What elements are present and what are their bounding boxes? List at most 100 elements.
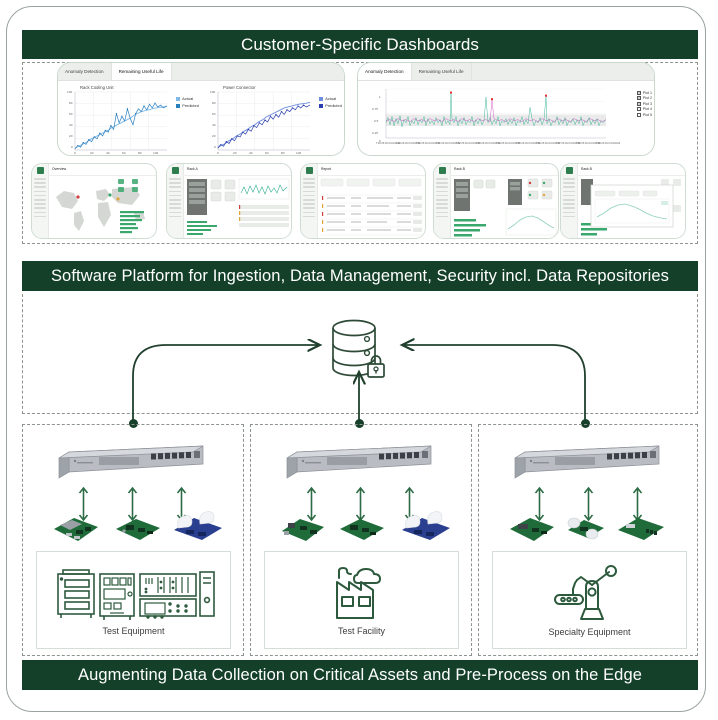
thumbnail-body-modal [577, 175, 685, 238]
legend-item-plot-1[interactable]: Plot 1 [636, 91, 652, 95]
checkbox-plot-2[interactable] [636, 96, 641, 101]
network-switch-appliance-left [55, 442, 207, 484]
legend-power-connector: Actual Predicted [319, 96, 342, 110]
legend-label-predicted-pc: Predicted [325, 103, 342, 108]
ytick-100-pc: 100 [210, 90, 216, 94]
xtick-0-rcu: 0 [74, 151, 76, 155]
xtick-20-pc: 20 [233, 151, 237, 155]
legend-swatch-actual-pc [319, 96, 324, 101]
xtick-80-pc: 80 [281, 151, 285, 155]
thumbnail-logo-icon [438, 167, 446, 174]
legend-swatch-actual [176, 96, 181, 101]
xtick-60-rcu: 60 [122, 151, 126, 155]
thumbnail-sidebar [32, 164, 49, 238]
legend-item-predicted[interactable]: Predicted [176, 103, 199, 108]
checkbox-plot-5[interactable] [636, 112, 641, 117]
legend-swatch-predicted-pc [319, 103, 324, 108]
legend-item-actual-pc[interactable]: Actual [319, 96, 342, 101]
thumbnail-title: Overview [52, 167, 67, 171]
thumbnail-logo-icon [36, 167, 44, 174]
tab-remaining-useful-life[interactable]: Remaining Useful Life [111, 63, 172, 80]
equipment-label-test-equipment: Test Equipment [102, 626, 165, 636]
sensor-board-2-right [560, 508, 604, 540]
dashboard-thumbnail-rack-detail[interactable]: Rack A [166, 163, 292, 239]
legend-item-plot-3[interactable]: Plot 3 [636, 101, 652, 106]
legend-item-plot-5[interactable]: Plot 5 [636, 112, 652, 117]
legend-rack-cooling-unit: Actual Predicted [176, 96, 199, 110]
checkbox-plot-3[interactable] [636, 101, 641, 106]
sensor-board-3-right [616, 513, 664, 543]
legend-item-predicted-pc[interactable]: Predicted [319, 103, 342, 108]
xtick-20-rcu: 20 [90, 151, 94, 155]
ytick-0-rcu: 0 [71, 145, 73, 149]
dashboard-card-anomaly-detection[interactable]: Anomaly Detection Remaining Useful Life [357, 62, 655, 156]
plot-area-power-connector [217, 91, 311, 151]
xtick-100-pc: 100 [296, 151, 302, 155]
ytick-40-rcu: 40 [69, 123, 73, 127]
xtick-40-rcu: 40 [106, 151, 110, 155]
thumbnail-sidebar [561, 164, 578, 238]
ytick-20-pc: 20 [212, 134, 216, 138]
sensor-board-2-middle [338, 513, 384, 543]
thumbnail-logo-icon [305, 167, 313, 174]
ytick-1-anom: 1 [379, 95, 381, 99]
factory-icon [327, 564, 397, 622]
charts-row-left: Rack Cooling Unit 100 80 60 40 20 0 0 20… [58, 81, 344, 155]
sensor-board-2-left [114, 513, 160, 543]
xtick-80-rcu: 80 [138, 151, 142, 155]
legend-item-plot-4[interactable]: Plot 4 [636, 107, 652, 112]
tabbar-left-card: Anomaly Detection Remaining Useful Life [58, 63, 344, 81]
chart-title-power-connector: Power Connector [223, 85, 256, 90]
chart-rack-cooling-unit: Rack Cooling Unit 100 80 60 40 20 0 0 20… [58, 84, 201, 155]
checkbox-plot-4[interactable] [636, 107, 641, 112]
thumbnail-sidebar [167, 164, 184, 238]
banner-middle-label: Software Platform for Ingestion, Data Ma… [50, 266, 670, 285]
legend-label-predicted: Predicted [182, 103, 199, 108]
xtick-anom-11: 7:59:25 AM 10/2/2022 [595, 142, 621, 145]
thumbnail-body-rack-detail [183, 175, 291, 238]
xtick-100-rcu: 100 [153, 151, 159, 155]
thumbnail-title: Rack B [581, 167, 592, 171]
ytick-05-anom: 0.5 [374, 119, 379, 123]
thumbnail-title: Report [321, 167, 332, 171]
thumbnail-body-monitoring [450, 175, 558, 238]
equipment-box-test-equipment: Test Equipment [36, 551, 231, 649]
dashboard-thumbnail-modal-chart[interactable]: Rack B [560, 163, 686, 239]
dashboard-thumbnail-overview[interactable]: Overview [31, 163, 157, 239]
thumbnail-sidebar [301, 164, 318, 238]
xtick-40-pc: 40 [249, 151, 253, 155]
ytick-80-rcu: 80 [69, 101, 73, 105]
thumbnail-sidebar [434, 164, 451, 238]
diagram-canvas: Customer-Specific Dashboards Anomaly Det… [0, 0, 718, 720]
xtick-0-pc: 0 [217, 151, 219, 155]
banner-customer-dashboards: Customer-Specific Dashboards [22, 30, 698, 59]
tab-anomaly-detection-active[interactable]: Anomaly Detection [358, 63, 412, 80]
ytick-0-pc: 0 [214, 145, 216, 149]
dashboard-thumbnail-report-table[interactable]: Report [300, 163, 426, 239]
tab-anomaly-detection[interactable]: Anomaly Detection [58, 63, 112, 80]
ytick-40-pc: 40 [212, 123, 216, 127]
xtick-60-pc: 60 [265, 151, 269, 155]
plot-area-anomaly-detection [385, 88, 607, 139]
ytick-60-pc: 60 [212, 112, 216, 116]
banner-edge-collection: Augmenting Data Collection on Critical A… [22, 660, 698, 690]
thumbnail-body-table [317, 175, 425, 238]
thumbnail-logo-icon [171, 167, 179, 174]
legend-label-plot-5: Plot 5 [642, 112, 652, 117]
checkbox-plot-1[interactable] [636, 91, 641, 95]
legend-item-plot-2[interactable]: Plot 2 [636, 96, 652, 101]
legend-item-actual[interactable]: Actual [176, 96, 199, 101]
thumbnail-logo-icon [565, 167, 573, 174]
network-switch-appliance-right [511, 442, 663, 484]
legend-label-plot-1: Plot 1 [642, 91, 652, 95]
legend-label-actual: Actual [182, 96, 194, 101]
sensor-board-1-middle [280, 513, 324, 543]
legend-swatch-predicted [176, 103, 181, 108]
sensor-board-1-right [508, 513, 554, 543]
dashboard-card-remaining-useful-life[interactable]: Anomaly Detection Remaining Useful Life … [57, 62, 345, 156]
chart-title-rack-cooling-unit: Rack Cooling Unit [80, 85, 114, 90]
sensor-board-1-left [52, 513, 98, 543]
tab-remaining-useful-life-inactive[interactable]: Remaining Useful Life [412, 63, 472, 80]
dashboard-thumbnail-rack-monitoring[interactable]: Rack B [433, 163, 559, 239]
ytick-075-anom: 0.75 [372, 107, 379, 111]
